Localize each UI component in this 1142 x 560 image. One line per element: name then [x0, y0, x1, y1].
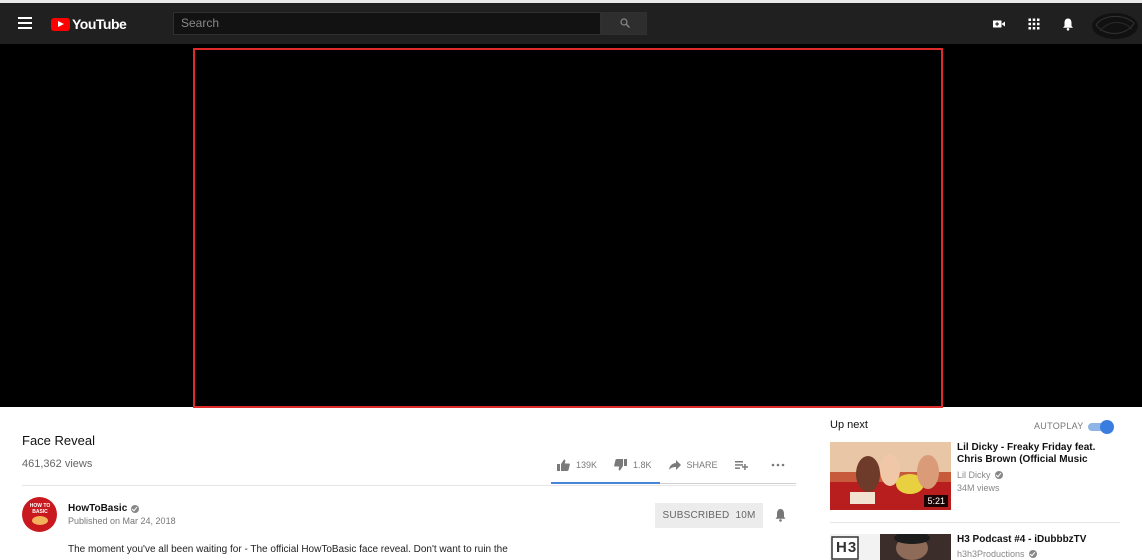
up-next-heading: Up next: [830, 419, 868, 431]
channel-avatar[interactable]: HOW TO BASIC: [22, 497, 57, 532]
add-to-playlist-icon: [734, 461, 748, 470]
up-next-video-card[interactable]: H3 H3 Podcast #4 - iDubbbzTV h3h3Product…: [830, 534, 1120, 560]
channel-avatar-graphic: [32, 516, 48, 525]
apps-grid-icon[interactable]: [1027, 17, 1041, 31]
video-actions: 139K 1.8K SHARE: [557, 459, 808, 471]
video-description: The moment you've all been waiting for -…: [68, 544, 508, 555]
hamburger-menu-icon[interactable]: [18, 17, 32, 29]
autoplay-toggle-knob: [1100, 420, 1114, 434]
dislike-button[interactable]: 1.8K: [614, 459, 652, 471]
notifications-bell-icon[interactable]: [1061, 17, 1075, 31]
save-to-playlist-button[interactable]: [734, 460, 754, 470]
account-avatar[interactable]: [1090, 11, 1140, 41]
subscriber-count: 10M: [735, 510, 756, 521]
youtube-play-icon: [51, 17, 70, 31]
autoplay-toggle[interactable]: [1088, 420, 1114, 434]
share-button[interactable]: SHARE: [668, 460, 718, 470]
youtube-logo[interactable]: YouTube: [51, 16, 127, 32]
verified-check-icon: [131, 504, 140, 513]
publish-date: Published on Mar 24, 2018: [68, 516, 176, 526]
search-input[interactable]: Search: [173, 12, 601, 35]
video-player-highlight-box: [193, 48, 943, 408]
search-button[interactable]: [601, 12, 647, 35]
dislike-count: 1.8K: [633, 460, 652, 470]
verified-check-icon: [1028, 550, 1037, 558]
video-duration: 5:21: [924, 495, 948, 507]
channel-notification-bell-icon[interactable]: [774, 508, 787, 522]
share-arrow-icon: [668, 460, 681, 470]
sentiment-bar-likes: [551, 482, 660, 484]
up-next-channel-row: h3h3Productions: [957, 549, 1037, 559]
up-next-video-title[interactable]: Lil Dicky - Freaky Friday feat. Chris Br…: [957, 442, 1097, 466]
channel-name[interactable]: HowToBasic: [68, 503, 127, 514]
logo-text: YouTube: [72, 16, 127, 32]
search-icon: [620, 18, 630, 28]
up-next-video-card[interactable]: 5:21 Lil Dicky - Freaky Friday feat. Chr…: [830, 442, 1120, 512]
more-actions-button[interactable]: [771, 463, 791, 467]
video-thumbnail[interactable]: H3: [830, 534, 951, 560]
up-next-channel-name: Lil Dicky: [957, 470, 991, 480]
subscribe-button[interactable]: SUBSCRIBED 10M: [655, 503, 763, 528]
like-count: 139K: [576, 460, 598, 470]
view-count: 461,362 views: [22, 458, 93, 470]
up-next-view-count: 34M views: [957, 483, 1000, 493]
sentiment-bar-track: [660, 483, 796, 484]
more-horizontal-icon: [771, 463, 784, 467]
verified-check-icon: [994, 471, 1003, 479]
masthead: YouTube Search: [0, 0, 1142, 44]
channel-avatar-text: HOW TO BASIC: [29, 503, 51, 515]
share-label: SHARE: [686, 460, 718, 470]
video-thumbnail[interactable]: 5:21: [830, 442, 951, 510]
thumbs-down-icon: [614, 459, 628, 471]
like-button[interactable]: 139K: [557, 459, 597, 471]
thumbnail-logo-text: H3: [836, 539, 858, 556]
card-divider: [830, 522, 1120, 523]
channel-name-row[interactable]: HowToBasic: [68, 503, 140, 514]
subscribe-label: SUBSCRIBED: [662, 510, 730, 521]
autoplay-label: AUTOPLAY: [1034, 421, 1084, 431]
video-title: Face Reveal: [22, 433, 95, 448]
thumbs-up-icon: [557, 459, 570, 471]
up-next-channel-name: h3h3Productions: [957, 549, 1025, 559]
up-next-channel-row: Lil Dicky: [957, 470, 1003, 480]
create-video-icon[interactable]: [992, 17, 1006, 31]
up-next-video-title[interactable]: H3 Podcast #4 - iDubbbzTV: [957, 534, 1097, 546]
info-divider: [22, 485, 796, 486]
